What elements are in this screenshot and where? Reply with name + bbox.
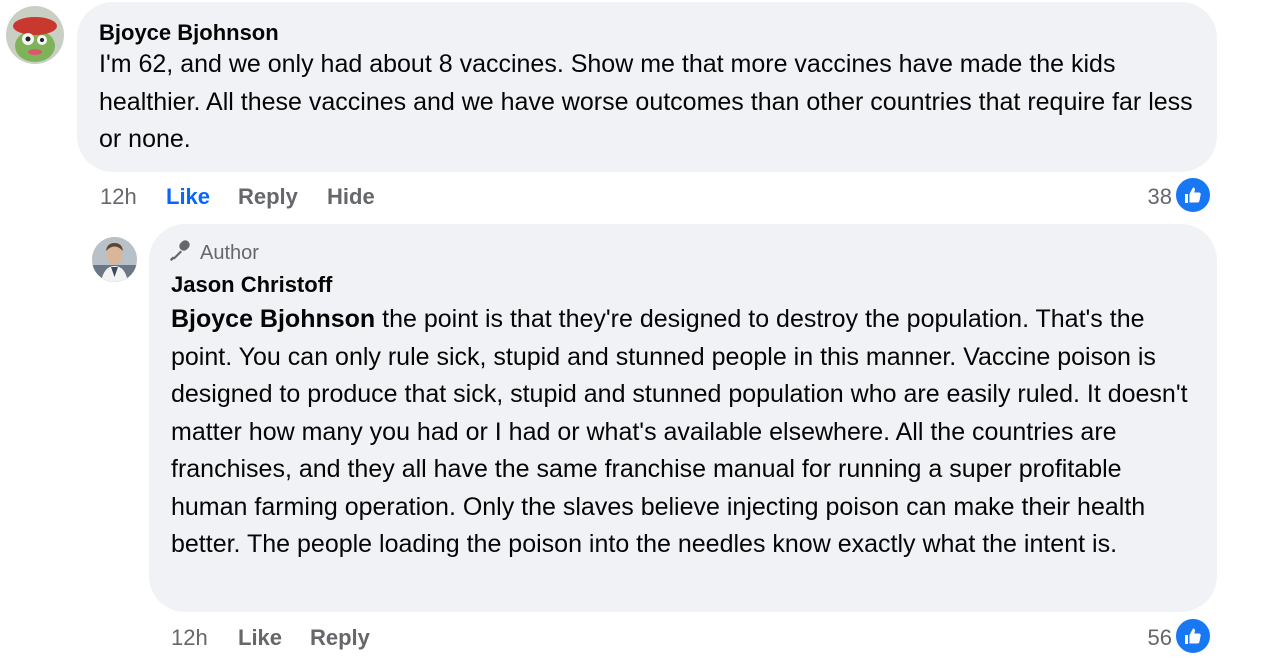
comment-author-name[interactable]: Bjoyce Bjohnson bbox=[99, 20, 279, 46]
author-badge: Author bbox=[170, 239, 259, 267]
reply-like-button[interactable]: Like bbox=[238, 625, 282, 651]
reply-author-name[interactable]: Jason Christoff bbox=[171, 272, 332, 298]
author-avatar[interactable] bbox=[92, 237, 137, 282]
comment-timestamp[interactable]: 12h bbox=[100, 184, 137, 210]
reply-button[interactable]: Reply bbox=[238, 184, 298, 210]
author-badge-label: Author bbox=[200, 241, 259, 264]
thumbs-up-icon[interactable] bbox=[1174, 176, 1212, 214]
mention-link[interactable]: Bjoyce Bjohnson bbox=[171, 305, 375, 333]
reply-reaction-count[interactable]: 56 bbox=[1148, 625, 1172, 651]
reply-timestamp[interactable]: 12h bbox=[171, 625, 208, 651]
reply-body: the point is that they're designed to de… bbox=[171, 305, 1188, 558]
like-button[interactable]: Like bbox=[166, 184, 210, 210]
reaction-count[interactable]: 38 bbox=[1148, 184, 1172, 210]
hide-button[interactable]: Hide bbox=[327, 184, 375, 210]
reply-text: Bjoyce Bjohnson the point is that they'r… bbox=[171, 301, 1201, 564]
comment-text: I'm 62, and we only had about 8 vaccines… bbox=[99, 50, 1193, 153]
microphone-icon bbox=[170, 239, 192, 267]
commenter-avatar[interactable] bbox=[6, 6, 64, 64]
thumbs-up-icon[interactable] bbox=[1174, 617, 1212, 655]
reply-reply-button[interactable]: Reply bbox=[310, 625, 370, 651]
